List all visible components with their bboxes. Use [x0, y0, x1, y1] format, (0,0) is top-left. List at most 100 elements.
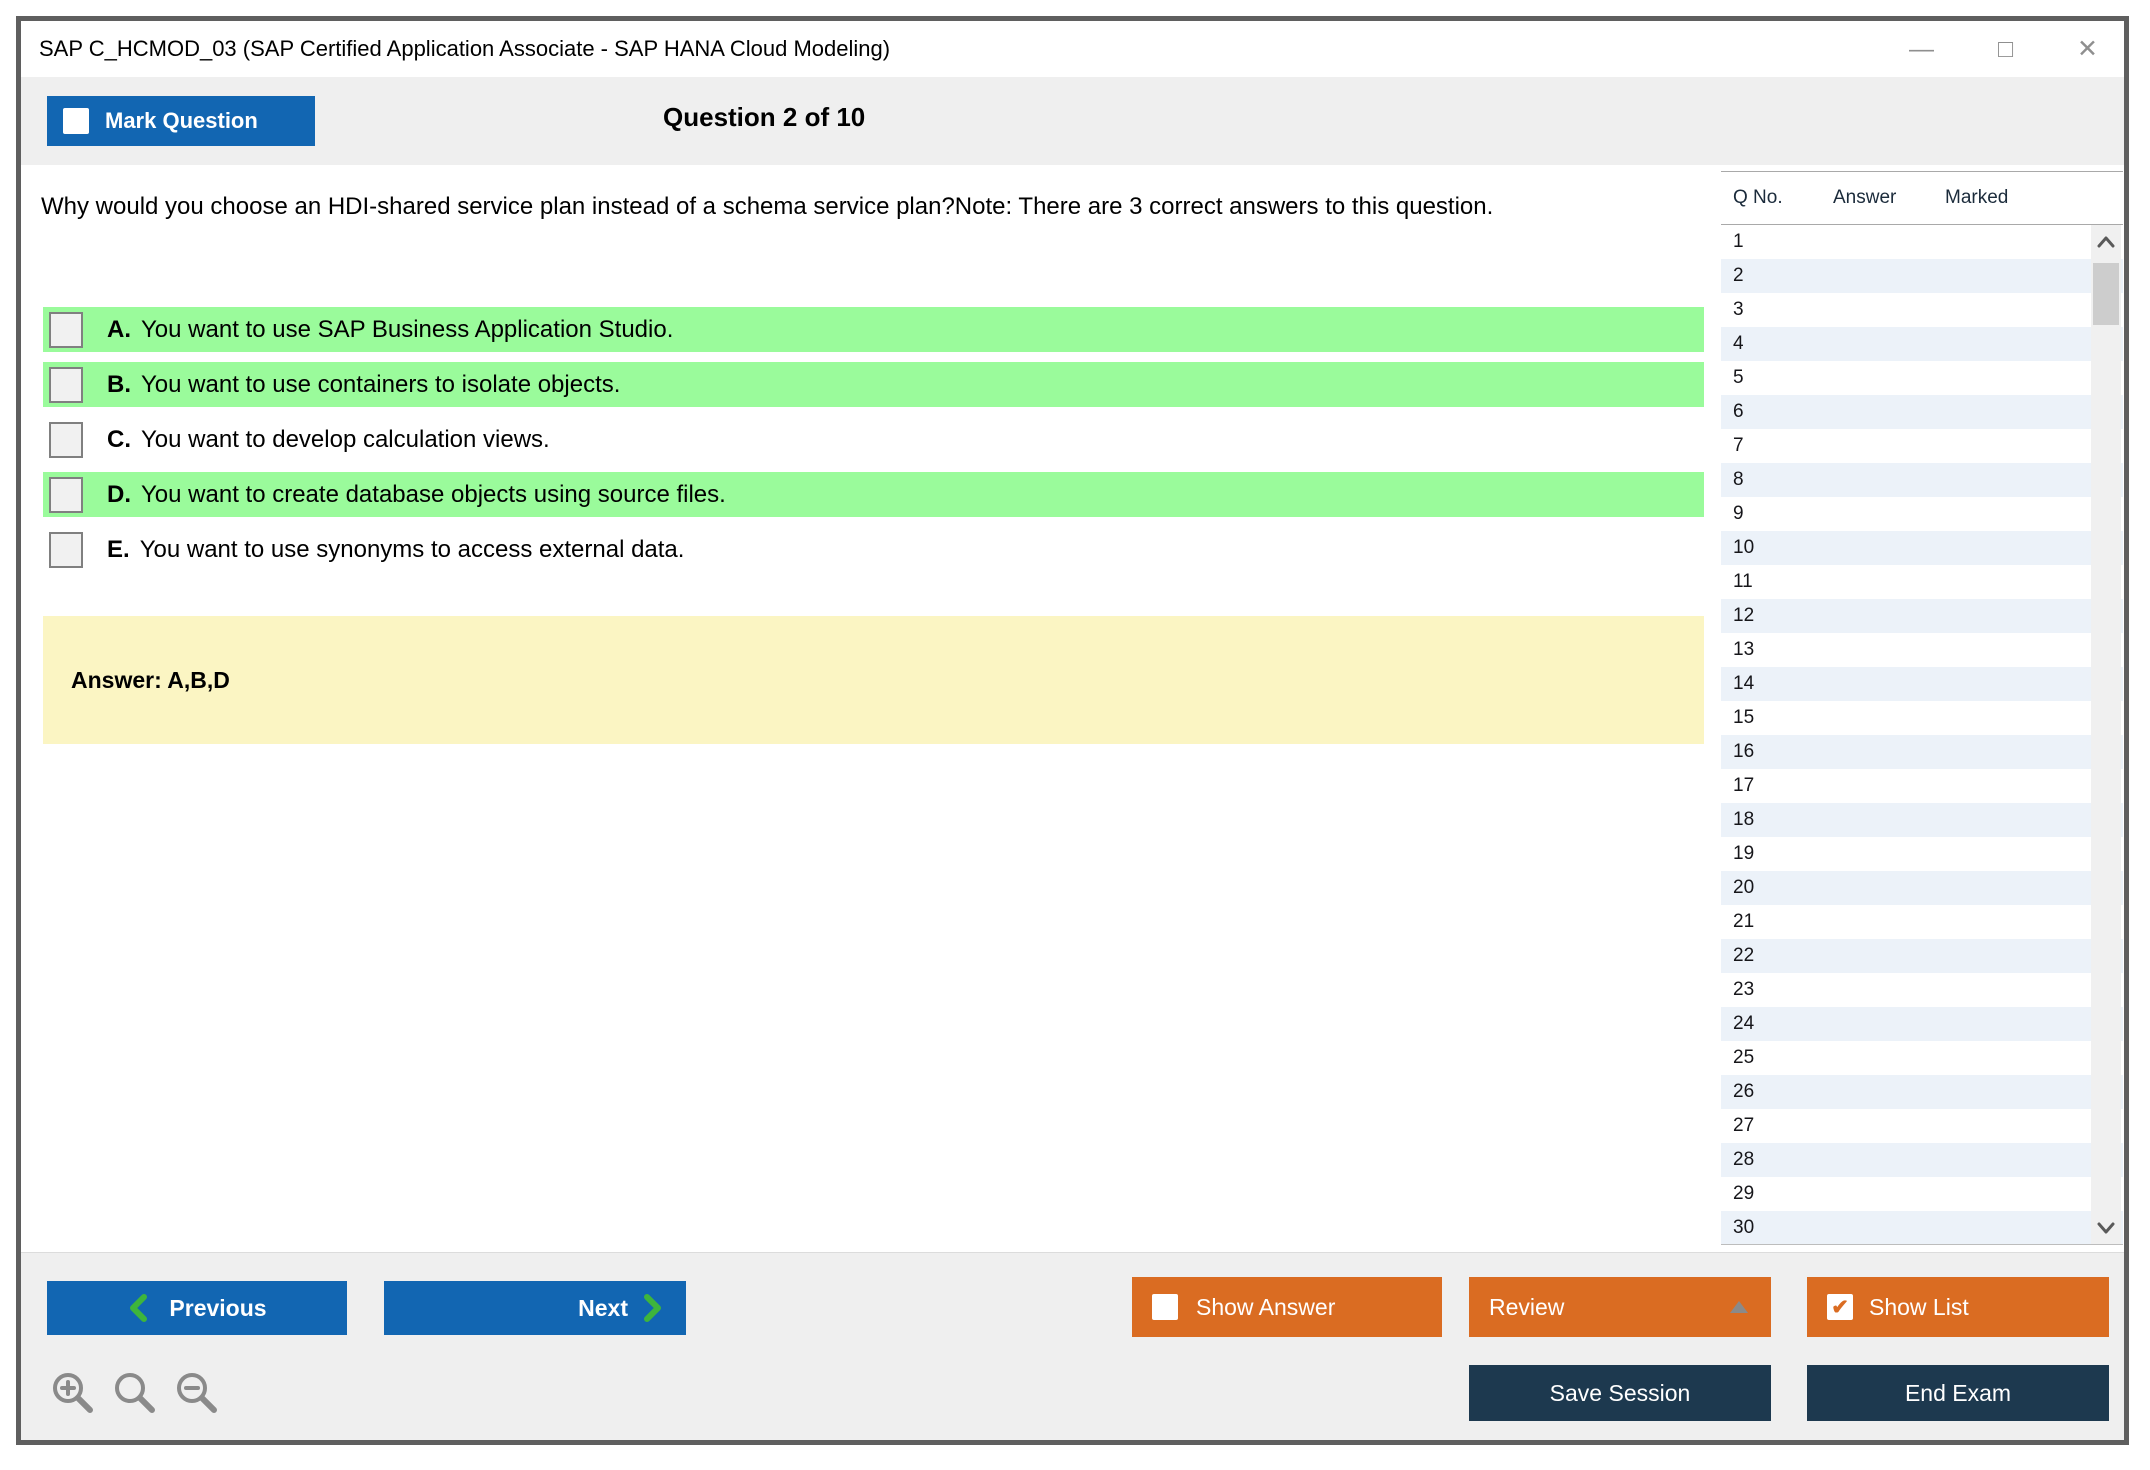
scroll-down-icon[interactable] — [2091, 1213, 2121, 1243]
answer-option[interactable]: C. You want to develop calculation views. — [43, 417, 1704, 462]
question-number: 8 — [1733, 469, 1744, 490]
question-list-row[interactable]: 15 — [1721, 701, 2123, 735]
question-list-row[interactable]: 13 — [1721, 633, 2123, 667]
minimize-icon[interactable]: — — [1909, 36, 1934, 62]
show-list-button[interactable]: ✔ Show List — [1807, 1277, 2109, 1337]
footer-bar: Previous Next Show Answer Review ✔ Show … — [21, 1252, 2124, 1440]
question-number: 17 — [1733, 775, 1755, 796]
question-number: 4 — [1733, 333, 1744, 354]
question-list-row[interactable]: 11 — [1721, 565, 2123, 599]
question-list-row[interactable]: 28 — [1721, 1143, 2123, 1177]
question-number: 21 — [1733, 911, 1755, 932]
show-list-checkbox[interactable]: ✔ — [1827, 1294, 1853, 1320]
question-list-row[interactable]: 17 — [1721, 769, 2123, 803]
answer-option[interactable]: B. You want to use containers to isolate … — [43, 362, 1704, 407]
answer-option[interactable]: E. You want to use synonyms to access ext… — [43, 527, 1704, 572]
exam-window: SAP C_HCMOD_03 (SAP Certified Applicatio… — [16, 16, 2129, 1445]
show-list-label: Show List — [1869, 1293, 1969, 1320]
option-text: You want to use containers to isolate ob… — [141, 370, 621, 398]
option-text: You want to create database objects usin… — [141, 480, 726, 508]
window-controls: — □ ✕ — [1909, 21, 2098, 77]
zoom-reset-icon[interactable] — [111, 1369, 159, 1417]
question-list-row[interactable]: 10 — [1721, 531, 2123, 565]
question-number: 28 — [1733, 1149, 1755, 1170]
scrollbar-thumb[interactable] — [2093, 263, 2119, 325]
review-label: Review — [1489, 1293, 1565, 1320]
option-checkbox[interactable] — [49, 476, 83, 513]
maximize-icon[interactable]: □ — [1998, 36, 2013, 62]
column-qno: Q No. — [1733, 187, 1783, 208]
question-list-row[interactable]: 8 — [1721, 463, 2123, 497]
option-checkbox[interactable] — [49, 311, 83, 348]
question-list-row[interactable]: 2 — [1721, 259, 2123, 293]
end-exam-label: End Exam — [1904, 1379, 2012, 1406]
option-letter: D. — [107, 480, 131, 508]
question-list-row[interactable]: 7 — [1721, 429, 2123, 463]
question-list-scrollbar[interactable] — [2091, 225, 2121, 1244]
question-list-row[interactable]: 30 — [1721, 1211, 2123, 1244]
question-list-row[interactable]: 14 — [1721, 667, 2123, 701]
zoom-in-icon[interactable] — [49, 1369, 97, 1417]
show-answer-button[interactable]: Show Answer — [1132, 1277, 1442, 1337]
answer-option[interactable]: A. You want to use SAP Business Applicati… — [43, 307, 1704, 352]
save-session-label: Save Session — [1549, 1379, 1691, 1406]
title-bar: SAP C_HCMOD_03 (SAP Certified Applicatio… — [21, 21, 2124, 77]
option-text: You want to use synonyms to access exter… — [139, 535, 685, 563]
question-list-row[interactable]: 1 — [1721, 225, 2123, 259]
answer-option[interactable]: D. You want to create database objects us… — [43, 472, 1704, 517]
previous-button[interactable]: Previous — [47, 1281, 347, 1335]
close-icon[interactable]: ✕ — [2077, 36, 2098, 62]
option-letter: E. — [107, 535, 130, 563]
answer-box: Answer: A,B,D — [43, 616, 1704, 744]
next-label: Next — [578, 1294, 628, 1321]
question-list-row[interactable]: 24 — [1721, 1007, 2123, 1041]
question-list-row[interactable]: 21 — [1721, 905, 2123, 939]
option-checkbox[interactable] — [49, 531, 83, 568]
scroll-up-icon[interactable] — [2091, 227, 2121, 257]
question-number: 25 — [1733, 1047, 1755, 1068]
next-button[interactable]: Next — [384, 1281, 686, 1335]
option-text: You want to use SAP Business Application… — [141, 315, 674, 343]
question-list-row[interactable]: 3 — [1721, 293, 2123, 327]
question-list-row[interactable]: 12 — [1721, 599, 2123, 633]
question-list-row[interactable]: 5 — [1721, 361, 2123, 395]
question-list-row[interactable]: 26 — [1721, 1075, 2123, 1109]
question-list-row[interactable]: 22 — [1721, 939, 2123, 973]
column-answer: Answer — [1833, 187, 1897, 208]
question-number: 6 — [1733, 401, 1744, 422]
question-number: 14 — [1733, 673, 1755, 694]
review-button[interactable]: Review — [1469, 1277, 1771, 1337]
window-title: SAP C_HCMOD_03 (SAP Certified Applicatio… — [39, 36, 891, 61]
option-checkbox[interactable] — [49, 366, 83, 403]
show-answer-checkbox[interactable] — [1152, 1294, 1178, 1320]
question-list-row[interactable]: 23 — [1721, 973, 2123, 1007]
question-number: 29 — [1733, 1183, 1755, 1204]
question-text: Why would you choose an HDI-shared servi… — [41, 193, 1494, 220]
option-checkbox[interactable] — [49, 421, 83, 458]
question-list-row[interactable]: 25 — [1721, 1041, 2123, 1075]
question-list-row[interactable]: 27 — [1721, 1109, 2123, 1143]
question-list-row[interactable]: 9 — [1721, 497, 2123, 531]
question-list-row[interactable]: 16 — [1721, 735, 2123, 769]
question-number: 13 — [1733, 639, 1755, 660]
end-exam-button[interactable]: End Exam — [1807, 1365, 2109, 1421]
question-number: 24 — [1733, 1013, 1755, 1034]
chevron-right-icon — [644, 1294, 661, 1322]
option-text: You want to develop calculation views. — [141, 425, 550, 453]
triangle-up-icon — [1730, 1301, 1748, 1313]
question-list-row[interactable]: 19 — [1721, 837, 2123, 871]
option-letter: C. — [107, 425, 131, 453]
question-list-row[interactable]: 4 — [1721, 327, 2123, 361]
question-list-row[interactable]: 6 — [1721, 395, 2123, 429]
question-list-row[interactable]: 18 — [1721, 803, 2123, 837]
zoom-out-icon[interactable] — [173, 1369, 221, 1417]
mark-question-checkbox[interactable] — [63, 108, 89, 134]
question-number: 18 — [1733, 809, 1755, 830]
mark-question-button[interactable]: Mark Question — [47, 96, 315, 146]
question-number: 3 — [1733, 299, 1744, 320]
option-letter: B. — [107, 370, 131, 398]
question-list-row[interactable]: 29 — [1721, 1177, 2123, 1211]
save-session-button[interactable]: Save Session — [1469, 1365, 1771, 1421]
question-list-panel: Q No. Answer Marked 1 2 3 4 5 6 7 8 9 10 11 12 13 14 1… — [1721, 171, 2123, 1245]
question-list-row[interactable]: 20 — [1721, 871, 2123, 905]
